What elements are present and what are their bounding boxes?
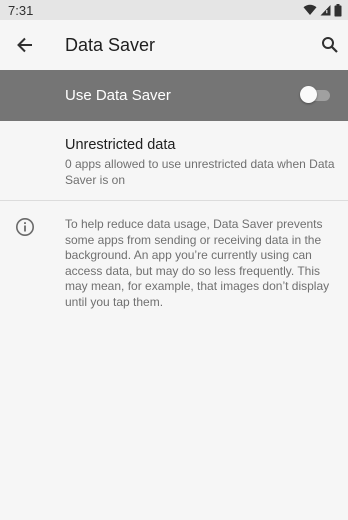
use-data-saver-switch-bar[interactable]: Use Data Saver: [0, 70, 348, 121]
arrow-back-icon: [17, 37, 32, 53]
data-saver-toggle[interactable]: [300, 86, 330, 104]
app-bar: Data Saver: [0, 20, 348, 70]
status-icons: [303, 3, 342, 17]
data-saver-footer-text: To help reduce data usage, Data Saver pr…: [65, 217, 330, 309]
status-time: 7:31: [8, 2, 34, 18]
search-icon: [322, 37, 338, 53]
unrestricted-data-title: Unrestricted data: [65, 137, 176, 153]
info-icon: [15, 217, 35, 237]
back-button[interactable]: [13, 33, 37, 57]
page-title: Data Saver: [65, 35, 156, 55]
cell-signal-icon: [320, 5, 331, 16]
search-button[interactable]: [318, 33, 342, 57]
battery-icon: [334, 3, 342, 16]
wifi-icon: [303, 4, 317, 15]
unrestricted-data-summary: 0 apps allowed to use unrestricted data …: [65, 157, 335, 187]
unrestricted-data-item[interactable]: Unrestricted data 0 apps allowed to use …: [0, 121, 348, 201]
toggle-thumb: [300, 86, 317, 103]
use-data-saver-label: Use Data Saver: [65, 87, 171, 104]
status-bar: 7:31: [0, 0, 348, 20]
